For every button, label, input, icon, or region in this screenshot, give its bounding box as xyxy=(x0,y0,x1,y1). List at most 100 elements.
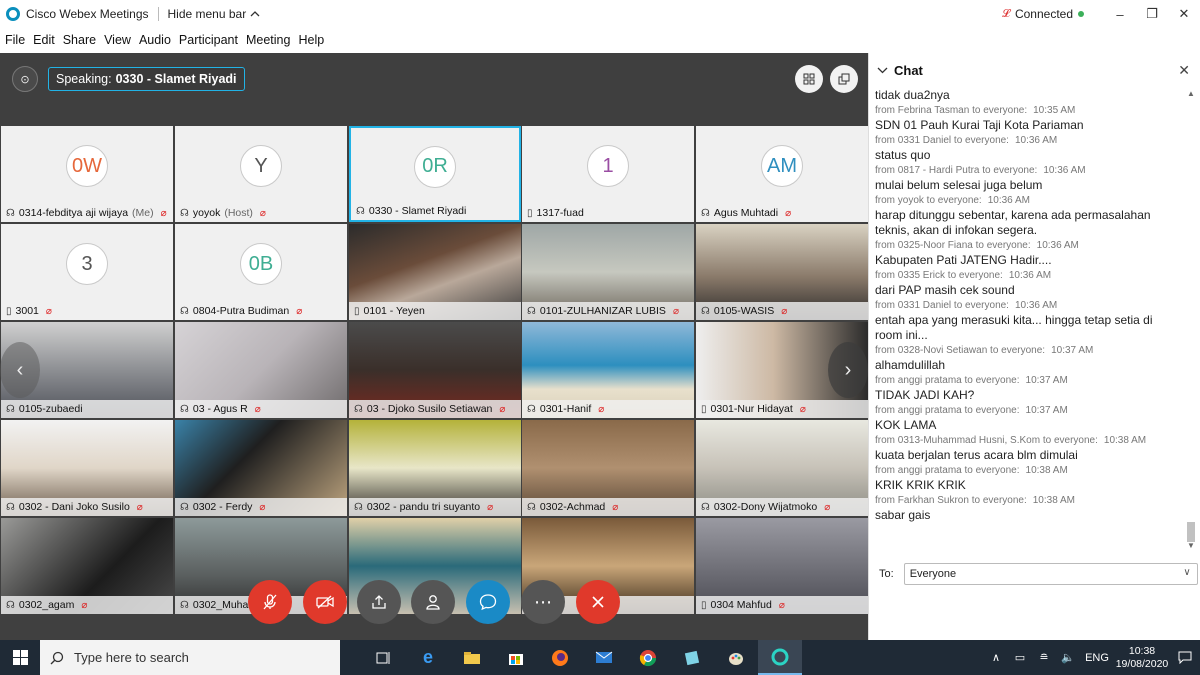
muted-mic-icon: ⌀ xyxy=(259,207,266,219)
participant-tile[interactable]: 1 ▯ 1317-fuad xyxy=(522,126,694,222)
task-view-button[interactable] xyxy=(362,640,406,675)
chevron-down-icon[interactable] xyxy=(877,66,888,74)
participant-tile[interactable]: ☊ 0302 - Ferdy ⌀ xyxy=(175,420,347,516)
taskbar-edge[interactable]: e xyxy=(406,640,450,675)
participant-name: 0105-zubaedi xyxy=(18,403,83,415)
participants-button[interactable] xyxy=(411,580,455,624)
menu-participant[interactable]: Participant xyxy=(179,33,238,47)
webex-icon xyxy=(771,648,789,665)
participant-tile[interactable]: ☊ 03 - Agus R ⌀ xyxy=(175,322,347,418)
menu-edit[interactable]: Edit xyxy=(33,33,55,47)
share-button[interactable] xyxy=(357,580,401,624)
start-video-button[interactable] xyxy=(303,580,347,624)
minimize-icon[interactable]: – xyxy=(1104,0,1136,28)
chevron-down-icon: ∨ xyxy=(1183,567,1191,578)
start-button[interactable] xyxy=(0,650,40,665)
taskbar-explorer[interactable] xyxy=(450,640,494,675)
participant-tile[interactable]: ☊ 0302 - Dani Joko Susilo ⌀ xyxy=(1,420,173,516)
next-page-button[interactable]: › xyxy=(828,342,868,398)
menu-view[interactable]: View xyxy=(104,33,131,47)
scroll-down-icon[interactable]: ▼ xyxy=(1187,541,1195,550)
participant-label: ☊ Agus Muhtadi ⌀ xyxy=(696,204,868,222)
chat-message-meta: from Farkhan Sukron to everyone: 10:38 AM xyxy=(875,493,1181,508)
menu-help[interactable]: Help xyxy=(298,33,324,47)
taskbar-search[interactable]: Type here to search xyxy=(40,640,340,675)
muted-mic-icon: ⌀ xyxy=(824,501,831,513)
participant-tile[interactable]: ☊ 0101-ZULHANIZAR LUBIS ⌀ xyxy=(522,224,694,320)
taskbar-app-1[interactable] xyxy=(670,640,714,675)
volume-icon[interactable]: 🔈 xyxy=(1056,651,1080,664)
taskbar-app-2[interactable] xyxy=(714,640,758,675)
chat-timestamp: 10:38 AM xyxy=(1103,435,1147,446)
chat-scrollbar[interactable]: ▲ ▼ xyxy=(1186,89,1196,550)
chat-sender: from anggi pratama to everyone: xyxy=(875,405,1020,416)
menu-file[interactable]: File xyxy=(5,33,25,47)
restore-icon[interactable]: ❐ xyxy=(1136,0,1168,28)
layout-grid-button[interactable] xyxy=(795,65,823,93)
menu-share[interactable]: Share xyxy=(63,33,96,47)
participant-tile[interactable]: ☊ 0105-WASIS ⌀ xyxy=(696,224,868,320)
taskbar-firefox[interactable] xyxy=(538,640,582,675)
chevron-right-icon: › xyxy=(844,358,852,381)
battery-icon[interactable]: ▭ xyxy=(1008,651,1032,664)
participant-tile[interactable]: Y ☊ yoyok (Host) ⌀ xyxy=(175,126,347,222)
notification-icon[interactable] xyxy=(1170,651,1200,664)
chevron-up-icon[interactable]: ∧ xyxy=(984,651,1008,664)
chat-timestamp: 10:36 AM xyxy=(1014,135,1058,146)
participant-tile[interactable]: ▯ 0101 - Yeyen xyxy=(349,224,521,320)
wifi-icon[interactable]: ≘ xyxy=(1032,651,1056,664)
chat-button[interactable] xyxy=(466,580,510,624)
hide-menu-button[interactable]: Hide menu bar xyxy=(168,7,261,21)
connection-status[interactable]: 𝓛 Connected xyxy=(1002,7,1084,21)
headset-icon: ☊ xyxy=(180,305,189,317)
prev-page-button[interactable]: ‹ xyxy=(0,342,40,398)
pop-out-button[interactable] xyxy=(830,65,858,93)
participant-tile[interactable]: ☊ 0302 - pandu tri suyanto ⌀ xyxy=(349,420,521,516)
windows-logo-icon xyxy=(12,650,28,665)
taskbar-chrome[interactable] xyxy=(626,640,670,675)
recipient-select[interactable]: Everyone ∨ xyxy=(903,563,1198,585)
participant-tile[interactable]: AM ☊ Agus Muhtadi ⌀ xyxy=(696,126,868,222)
taskbar-webex[interactable] xyxy=(758,640,802,675)
language-indicator[interactable]: ENG xyxy=(1080,652,1114,664)
participant-tile[interactable]: 0R ☊ 0330 - Slamet Riyadi xyxy=(349,126,521,222)
avatar: Y xyxy=(240,145,282,188)
clock[interactable]: 10:38 19/08/2020 xyxy=(1114,645,1170,671)
participant-tile[interactable]: 3 ▯ 3001 ⌀ xyxy=(1,224,173,320)
chat-message-meta: from 0331 Daniel to everyone: 10:36 AM xyxy=(875,298,1181,313)
participant-tile[interactable]: 0W ☊ 0314-febditya aji wijaya (Me) ⌀ xyxy=(1,126,173,222)
headset-icon: ☊ xyxy=(527,305,536,317)
participant-tile[interactable]: 0B ☊ 0804-Putra Budiman ⌀ xyxy=(175,224,347,320)
close-chat-icon[interactable]: ✕ xyxy=(1178,62,1190,79)
chat-message-list[interactable]: tidak dua2nya from Febrina Tasman to ever… xyxy=(875,88,1181,560)
chrome-icon xyxy=(639,649,657,666)
chat-sender: from 0328-Novi Setiawan to everyone: xyxy=(875,345,1046,356)
title-bar: Cisco Webex Meetings Hide menu bar 𝓛 Con… xyxy=(0,0,1200,28)
meeting-info-button[interactable]: ⊙ xyxy=(12,66,38,92)
scrollbar-thumb[interactable] xyxy=(1187,522,1195,542)
participant-tile[interactable]: ☊ 0301-Hanif ⌀ xyxy=(522,322,694,418)
muted-mic-icon: ⌀ xyxy=(136,501,143,513)
chat-message-text: KRIK KRIK KRIK xyxy=(875,478,966,492)
participant-tile[interactable]: ☊ 0302-Achmad ⌀ xyxy=(522,420,694,516)
close-window-icon[interactable]: ✕ xyxy=(1168,0,1200,28)
chat-timestamp: 10:36 AM xyxy=(1043,165,1086,176)
taskbar-mail[interactable] xyxy=(582,640,626,675)
chat-message-meta: from 0335 Erick to everyone: 10:36 AM xyxy=(875,268,1181,283)
participant-tile[interactable]: ☊ 0302_agam ⌀ xyxy=(1,518,173,614)
more-options-button[interactable]: ⋯ xyxy=(521,580,565,624)
speaking-name: 0330 - Slamet Riyadi xyxy=(115,72,237,86)
participant-tile[interactable]: ☊ 0302-Dony Wijatmoko ⌀ xyxy=(696,420,868,516)
participant-tile[interactable]: ☊ 03 - Djoko Susilo Setiawan ⌀ xyxy=(349,322,521,418)
leave-meeting-button[interactable] xyxy=(576,580,620,624)
taskbar-store[interactable] xyxy=(494,640,538,675)
menu-audio[interactable]: Audio xyxy=(139,33,171,47)
chat-message-text: status quo xyxy=(875,148,931,162)
chat-message-meta: from anggi pratama to everyone: 10:37 AM xyxy=(875,373,1181,388)
menu-meeting[interactable]: Meeting xyxy=(246,33,290,47)
participant-tile[interactable]: ▯ 0304 Mahfud ⌀ xyxy=(696,518,868,614)
chat-message-meta: from anggi pratama to everyone: 10:37 AM xyxy=(875,403,1181,418)
unmute-button[interactable] xyxy=(248,580,292,624)
participant-role: (Me) xyxy=(132,207,154,219)
scroll-up-icon[interactable]: ▲ xyxy=(1187,89,1195,98)
